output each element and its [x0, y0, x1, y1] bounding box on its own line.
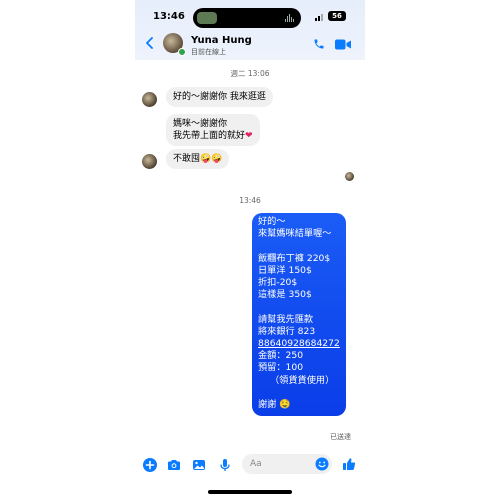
sender-avatar — [142, 154, 157, 169]
message-line — [258, 301, 340, 313]
time-separator: 13:46 — [239, 196, 261, 205]
message-line: 這樣是 350$ — [258, 289, 312, 301]
thumbs-up-icon[interactable] — [342, 457, 356, 471]
heart-emoji-icon: ❤ — [245, 131, 253, 141]
message-text: 不敢囤 — [173, 154, 201, 164]
message-line: 日單洋 150$ — [258, 264, 312, 276]
account-number-link[interactable]: 88640928684272 — [258, 338, 340, 350]
message-line: 請幫我先匯款 — [258, 313, 314, 325]
message-line — [258, 240, 340, 252]
emoji: 🤪🤪 — [200, 154, 223, 164]
message-line: 來幫媽咪結單喔～ — [258, 228, 332, 240]
phone-call-icon[interactable] — [313, 38, 325, 50]
back-icon[interactable] — [145, 37, 155, 49]
message-line: 謝謝 — [258, 399, 277, 410]
date-separator: 週二 13:06 — [230, 69, 270, 78]
emoji-picker-icon[interactable] — [315, 457, 329, 471]
emoji: 🤤 — [279, 399, 291, 410]
live-activity-icon — [197, 12, 217, 24]
gallery-icon[interactable] — [192, 458, 206, 472]
message-incoming[interactable]: 好的～謝謝你 我來逛逛 — [166, 87, 273, 107]
audio-wave-icon — [285, 14, 295, 22]
signal-icon — [315, 13, 325, 21]
contact-name[interactable]: Yuna Hung — [191, 35, 252, 46]
status-time: 13:46 — [153, 11, 185, 22]
message-line: 預留：100 — [258, 362, 304, 374]
message-line — [258, 387, 340, 399]
contact-status: 目前在線上 — [191, 48, 226, 56]
message-incoming[interactable]: 不敢囤🤪🤪 — [166, 149, 230, 169]
message-text: 好的～謝謝你 我來逛逛 — [173, 92, 266, 102]
delivery-status: 已送達 — [330, 433, 351, 441]
message-incoming[interactable]: 媽咪～謝謝你 我先帶上面的就好❤ — [166, 114, 260, 146]
seen-avatar — [345, 172, 354, 181]
camera-icon[interactable] — [167, 458, 181, 472]
message-line: 好的～ — [258, 216, 286, 227]
chat-screen: 13:46 56 Yuna Hung 目前在線上 週二 13:06 好的～謝謝你… — [135, 0, 365, 500]
message-line: 將來銀行 823 — [258, 325, 316, 337]
message-text: 我先帶上面的就好 — [173, 131, 246, 141]
message-line: 金額：250 — [258, 350, 304, 362]
message-line: （領貨貨使用） — [270, 374, 335, 386]
sender-avatar — [142, 92, 157, 107]
dynamic-island — [193, 8, 301, 28]
battery-icon: 56 — [328, 11, 346, 21]
plus-icon[interactable] — [143, 458, 157, 472]
microphone-icon[interactable] — [218, 458, 232, 472]
message-line: 飯糰布丁褲 220$ — [258, 252, 331, 264]
message-line: 折扣-20$ — [258, 277, 298, 288]
video-call-icon[interactable] — [335, 39, 351, 50]
message-outgoing[interactable]: 好的～ 來幫媽咪結單喔～ 飯糰布丁褲 220$ 日單洋 150$ 折扣-20$ … — [252, 213, 346, 416]
message-text: 媽咪～謝謝你 — [173, 119, 228, 129]
online-indicator — [178, 48, 186, 56]
home-indicator[interactable] — [208, 490, 292, 494]
